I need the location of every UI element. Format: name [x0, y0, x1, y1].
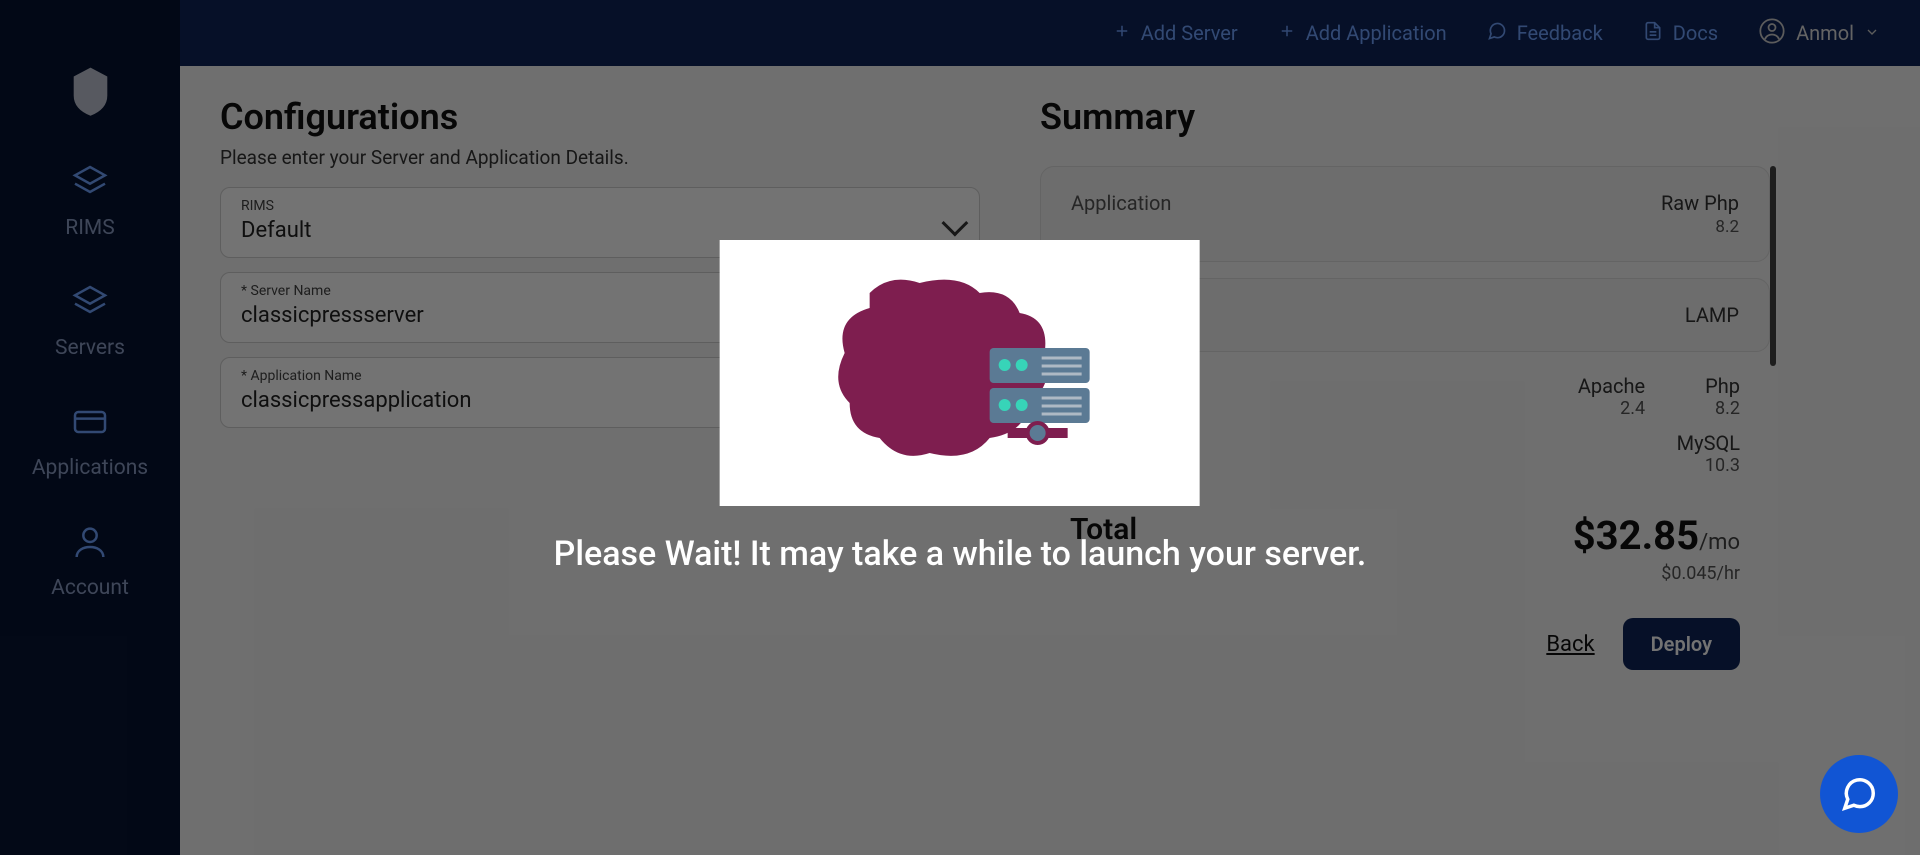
loading-message: Please Wait! It may take a while to laun… — [554, 534, 1367, 574]
loading-illustration — [720, 240, 1200, 506]
chat-widget[interactable] — [1820, 755, 1898, 833]
loading-modal: Please Wait! It may take a while to laun… — [554, 240, 1367, 574]
